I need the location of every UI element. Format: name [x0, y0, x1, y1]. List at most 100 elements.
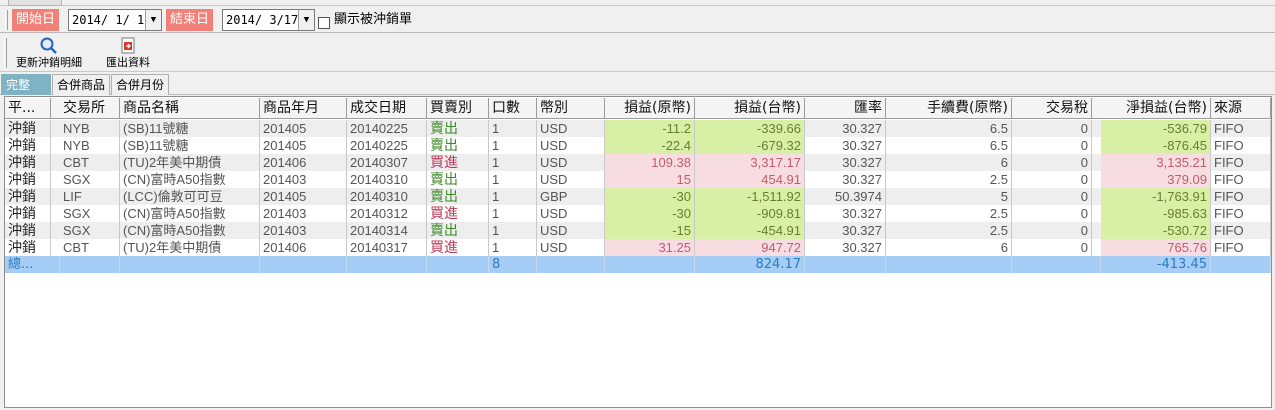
cell-currency: USD [537, 137, 605, 154]
cell-exchange: SGX [60, 205, 120, 222]
start-date-picker[interactable]: 2014/ 1/ 1 ▼ [68, 9, 162, 31]
cell-net-twd: -530.72 [1101, 222, 1211, 239]
cell-fee: 5 [886, 188, 1012, 205]
cell-tax: 0 [1021, 188, 1092, 205]
cell-product: (LCC)倫敦可可豆 [120, 188, 260, 205]
col-header-rate[interactable]: 匯率 [805, 98, 886, 118]
refresh-offset-button[interactable]: 更新沖銷明細 [12, 36, 86, 69]
col-header-pl-orig[interactable]: 損益(原幣) [605, 98, 695, 118]
cell-source: FIFO [1211, 188, 1271, 205]
cell-currency: USD [537, 154, 605, 171]
col-header-net-twd[interactable]: 淨損益(台幣) [1101, 98, 1211, 118]
cell-offset-status: 沖銷 [5, 205, 51, 222]
cell-currency: USD [537, 171, 605, 188]
col-header-exchange[interactable]: 交易所 [60, 98, 120, 118]
col-header-fee[interactable]: 手續費(原幣) [886, 98, 1012, 118]
cell-contract-month: 201405 [260, 188, 347, 205]
cell-trade-date: 20140225 [347, 137, 427, 154]
cell-side: 賣出 [427, 120, 489, 137]
total-cell [1021, 256, 1101, 273]
cell-exchange: SGX [60, 171, 120, 188]
col-header-source[interactable]: 來源 [1211, 98, 1271, 118]
cell-pl-orig: -15 [605, 222, 695, 239]
cell-qty: 1 [489, 120, 537, 137]
total-cell [605, 256, 695, 273]
filter-bar: 開始日 2014/ 1/ 1 ▼ 結束日 2014/ 3/17 ▼ 顯示被沖銷單 [0, 6, 1275, 33]
cell-pl-twd: 3,317.17 [695, 154, 805, 171]
cell-contract-month: 201403 [260, 171, 347, 188]
cell-trade-date: 20140314 [347, 222, 427, 239]
table-row[interactable]: 沖銷 NYB (SB)11號糖 201405 20140225 賣出 1 USD -22.4 -6… [5, 137, 1271, 154]
cell-rate: 30.327 [805, 120, 886, 137]
cell-tax: 0 [1021, 239, 1092, 256]
cell-net-twd: -1,763.91 [1101, 188, 1211, 205]
cell-side: 買進 [427, 239, 489, 256]
cell-rate: 50.3974 [805, 188, 886, 205]
cell-side: 買進 [427, 205, 489, 222]
table-row[interactable]: 沖銷 SGX (CN)富時A50指數 201403 20140312 買進 1 USD -30-… [5, 205, 1271, 222]
cell-fee: 2.5 [886, 171, 1012, 188]
cell-exchange: LIF [60, 188, 120, 205]
cell-trade-date: 20140225 [347, 120, 427, 137]
cell-fee: 6 [886, 154, 1012, 171]
cell-product: (TU)2年美中期債 [120, 239, 260, 256]
col-header-contract-month[interactable]: 商品年月 [260, 98, 347, 118]
total-label: 總... [5, 256, 60, 273]
cell-rate: 30.327 [805, 154, 886, 171]
cell-fee: 6.5 [886, 120, 1012, 137]
export-data-button[interactable]: 匯出資料 [100, 36, 156, 69]
cell-source: FIFO [1211, 205, 1271, 222]
total-net-twd: -413.45 [1101, 256, 1211, 273]
cell-source: FIFO [1211, 222, 1271, 239]
col-header-tax[interactable]: 交易稅 [1021, 98, 1092, 118]
table-row[interactable]: 沖銷 CBT (TU)2年美中期債 201406 20140307 買進 1 USD 109.3… [5, 154, 1271, 171]
cell-side: 賣出 [427, 137, 489, 154]
show-offset-label[interactable]: 顯示被沖銷單 [334, 11, 412, 29]
table-row[interactable]: 沖銷 CBT (TU)2年美中期債 201406 20140317 買進 1 USD 31.25… [5, 239, 1271, 256]
cell-offset-status: 沖銷 [5, 239, 51, 256]
cell-qty: 1 [489, 205, 537, 222]
tab-complete[interactable]: 完整 [1, 74, 51, 95]
cell-side: 買進 [427, 154, 489, 171]
end-date-picker[interactable]: 2014/ 3/17 ▼ [222, 9, 315, 31]
table-row[interactable]: 沖銷 NYB (SB)11號糖 201405 20140225 賣出 1 USD -11.2 -3… [5, 120, 1271, 137]
toolbar-grip[interactable] [5, 10, 8, 30]
cell-tax: 0 [1021, 171, 1092, 188]
cell-offset-status: 沖銷 [5, 222, 51, 239]
show-offset-checkbox[interactable] [318, 17, 330, 29]
export-data-label: 匯出資料 [106, 56, 150, 69]
cell-side: 賣出 [427, 222, 489, 239]
total-cell [886, 256, 1012, 273]
tab-merge-product[interactable]: 合併商品 [52, 74, 110, 95]
table-row[interactable]: 沖銷 SGX (CN)富時A50指數 201403 20140314 賣出 1 USD -15-… [5, 222, 1271, 239]
cell-net-twd: 765.76 [1101, 239, 1211, 256]
toolbar-grip[interactable] [4, 38, 7, 68]
tab-merge-month[interactable]: 合併月份 [111, 74, 169, 95]
cell-source: FIFO [1211, 120, 1271, 137]
col-header-trade-date[interactable]: 成交日期 [347, 98, 427, 118]
cell-pl-orig: -11.2 [605, 120, 695, 137]
cell-qty: 1 [489, 171, 537, 188]
col-header-pl-twd[interactable]: 損益(台幣) [695, 98, 805, 118]
cell-fee: 2.5 [886, 222, 1012, 239]
cell-exchange: CBT [60, 239, 120, 256]
magnifier-icon [40, 37, 57, 54]
refresh-offset-label: 更新沖銷明細 [16, 56, 82, 69]
cell-pl-twd: -454.91 [695, 222, 805, 239]
table-row[interactable]: 沖銷 LIF (LCC)倫敦可可豆 201405 20140310 賣出 1 GBP -30 -1… [5, 188, 1271, 205]
col-header-side[interactable]: 買賣別 [427, 98, 489, 118]
total-row[interactable]: 總... 8 824.17 -413.45 [5, 256, 1271, 273]
col-header-product[interactable]: 商品名稱 [120, 98, 260, 118]
cell-source: FIFO [1211, 239, 1271, 256]
col-header-offset[interactable]: 平... [5, 98, 51, 118]
total-qty: 8 [489, 256, 537, 273]
chevron-down-icon[interactable]: ▼ [145, 10, 161, 30]
cell-pl-twd: -1,511.92 [695, 188, 805, 205]
cell-product: (CN)富時A50指數 [120, 205, 260, 222]
cell-net-twd: -985.63 [1101, 205, 1211, 222]
table-row[interactable]: 沖銷 SGX (CN)富時A50指數 201403 20140310 賣出 1 USD 15 45… [5, 171, 1271, 188]
chevron-down-icon[interactable]: ▼ [298, 10, 314, 30]
col-header-qty[interactable]: 口數 [489, 98, 537, 118]
col-header-currency[interactable]: 幣別 [537, 98, 605, 118]
cell-net-twd: 379.09 [1101, 171, 1211, 188]
